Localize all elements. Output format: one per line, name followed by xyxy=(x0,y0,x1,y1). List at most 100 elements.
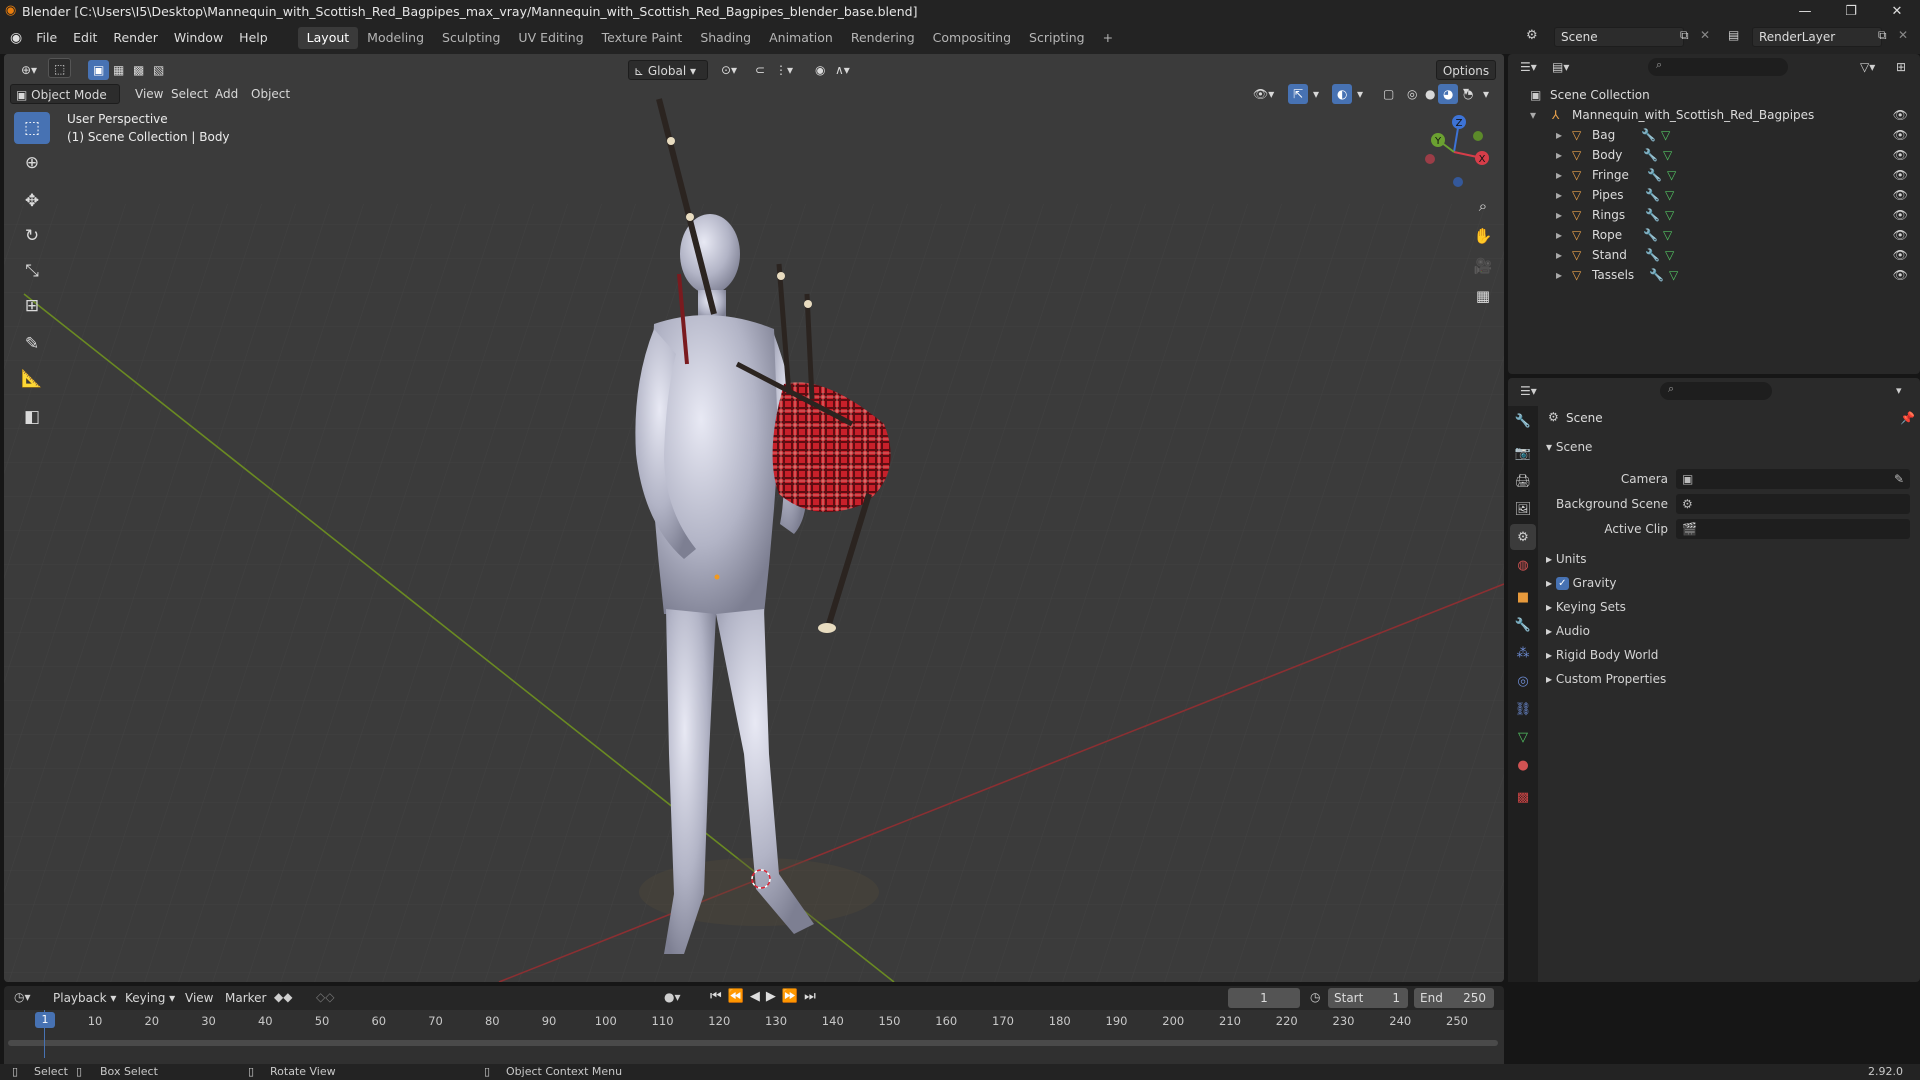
outliner-row-fringe[interactable]: ▸ ▽ Fringe 🔧 ▽ 👁 xyxy=(1508,165,1920,185)
new-scene-icon[interactable]: ⧉ xyxy=(1680,28,1689,43)
select-intersect-icon[interactable]: ▧ xyxy=(148,60,169,80)
material-tab-icon[interactable]: ● xyxy=(1510,752,1536,778)
play-reverse-icon[interactable]: ◀ xyxy=(750,989,766,1004)
tab-animation[interactable]: Animation xyxy=(760,27,842,49)
menu-file[interactable]: File xyxy=(28,27,65,49)
tab-scripting[interactable]: Scripting xyxy=(1020,27,1094,49)
shading-menu-icon[interactable]: ▾ xyxy=(1478,84,1494,104)
zoom-icon[interactable]: ⌕ xyxy=(1469,192,1497,220)
output-tab-icon[interactable]: 🖨 xyxy=(1510,468,1536,494)
expand-arrow-icon[interactable]: ▸ xyxy=(1556,125,1562,145)
view-layer-tab-icon[interactable]: 🖼 xyxy=(1510,496,1536,522)
falloff-icon[interactable]: ∧▾ xyxy=(830,60,855,80)
navigation-gizmo[interactable]: Z X Y xyxy=(1414,110,1494,190)
viewport-menu-add[interactable]: Add xyxy=(210,84,243,104)
options-dropdown[interactable]: Options ▾ xyxy=(1436,60,1496,98)
gizmo-menu-icon[interactable]: ▾ xyxy=(1308,84,1324,104)
select-box-tool-icon[interactable]: ⬚ xyxy=(14,112,50,144)
select-mode-icon[interactable]: ⬚ xyxy=(48,58,72,78)
outliner-row-bag[interactable]: ▸ ▽ Bag 🔧 ▽ 👁 xyxy=(1508,125,1920,145)
gizmo-neg-y-icon[interactable] xyxy=(1473,131,1483,141)
renderlayer-icon[interactable]: ▤ xyxy=(1728,28,1739,42)
active-clip-field[interactable]: 🎬 xyxy=(1676,519,1910,539)
constraints-tab-icon[interactable]: ⛓ xyxy=(1510,696,1536,722)
units-panel-header[interactable]: ▸ Units xyxy=(1546,552,1587,566)
select-new-icon[interactable]: ▣ xyxy=(88,60,110,80)
rotate-tool-icon[interactable]: ↻ xyxy=(14,220,50,252)
delete-scene-icon[interactable]: ✕ xyxy=(1700,28,1710,42)
editor-type-icon[interactable]: ⊕▾ xyxy=(16,60,42,80)
tab-modeling[interactable]: Modeling xyxy=(358,27,433,49)
keyframe-insert-icon[interactable]: ◇◇ xyxy=(316,990,334,1004)
next-key-icon[interactable]: ⏩ xyxy=(782,989,804,1004)
new-collection-icon[interactable]: ⊞ xyxy=(1896,60,1906,74)
menu-help[interactable]: Help xyxy=(231,27,276,49)
display-mode-icon[interactable]: ▤▾ xyxy=(1552,60,1569,74)
properties-options-icon[interactable]: ▾ xyxy=(1896,384,1902,397)
outliner-row-tassels[interactable]: ▸ ▽ Tassels 🔧 ▽ 👁 xyxy=(1508,265,1920,285)
end-frame-field[interactable]: End 250 xyxy=(1414,988,1494,1008)
shading-material-icon[interactable]: ◕ xyxy=(1438,84,1459,104)
expand-arrow-icon[interactable]: ▸ xyxy=(1556,145,1562,165)
outliner-row-stand[interactable]: ▸ ▽ Stand 🔧 ▽ 👁 xyxy=(1508,245,1920,265)
eye-icon[interactable]: 👁 xyxy=(1893,205,1908,225)
expand-arrow-icon[interactable]: ▸ xyxy=(1556,245,1562,265)
background-scene-field[interactable]: ⚙ xyxy=(1676,494,1910,514)
snap-target-icon[interactable]: ⋮▾ xyxy=(770,60,798,80)
viewport-menu-view[interactable]: View xyxy=(130,84,168,104)
playhead-marker[interactable]: 1 xyxy=(35,1012,55,1028)
keying-sets-panel-header[interactable]: ▸ Keying Sets xyxy=(1546,600,1626,614)
collection-row[interactable]: ▾ ⅄ Mannequin_with_Scottish_Red_Bagpipes… xyxy=(1508,105,1920,125)
texture-tab-icon[interactable]: ▩ xyxy=(1510,784,1536,810)
menu-edit[interactable]: Edit xyxy=(65,27,105,49)
audio-panel-header[interactable]: ▸ Audio xyxy=(1546,624,1590,638)
rigid-body-world-panel-header[interactable]: ▸ Rigid Body World xyxy=(1546,648,1658,662)
visibility-icon[interactable]: 👁▾ xyxy=(1248,84,1279,104)
world-tab-icon[interactable]: ◍ xyxy=(1510,552,1536,578)
eye-icon[interactable]: 👁 xyxy=(1893,125,1908,145)
tab-compositing[interactable]: Compositing xyxy=(924,27,1020,49)
outliner-row-pipes[interactable]: ▸ ▽ Pipes 🔧 ▽ 👁 xyxy=(1508,185,1920,205)
gizmo-neg-x-icon[interactable] xyxy=(1425,154,1435,164)
data-tab-icon[interactable]: ▽ xyxy=(1510,724,1536,750)
tab-layout[interactable]: Layout xyxy=(297,27,359,49)
physics-tab-icon[interactable]: ◎ xyxy=(1510,668,1536,694)
viewport-menu-select[interactable]: Select xyxy=(166,84,213,104)
pivot-point-icon[interactable]: ⊙▾ xyxy=(716,60,742,80)
eye-icon[interactable]: 👁 xyxy=(1893,165,1908,185)
timeline-menu-keying[interactable]: Keying ▾ xyxy=(120,988,180,1008)
auto-keying-icon[interactable]: ●▾ xyxy=(664,990,681,1004)
object-mode-dropdown[interactable]: ▣ Object Mode ▾ xyxy=(10,84,120,122)
gizmo-toggle-icon[interactable]: ⇱ xyxy=(1288,84,1309,104)
prev-key-icon[interactable]: ⏪ xyxy=(728,989,750,1004)
expand-arrow-icon[interactable]: ▸ xyxy=(1556,265,1562,285)
xray-toggle-icon[interactable]: ▢ xyxy=(1378,84,1399,104)
tool-tab-icon[interactable]: 🔧 xyxy=(1510,408,1536,434)
render-tab-icon[interactable]: 📷 xyxy=(1510,440,1536,466)
scene-selector[interactable]: Scene xyxy=(1554,27,1684,47)
outliner-row-rings[interactable]: ▸ ▽ Rings 🔧 ▽ 👁 xyxy=(1508,205,1920,225)
timeline-menu-playback[interactable]: Playback ▾ xyxy=(48,988,121,1008)
perspective-toggle-icon[interactable]: ▦ xyxy=(1469,282,1497,310)
tab-texture-paint[interactable]: Texture Paint xyxy=(593,27,692,49)
timeline-track[interactable]: 1102030405060708090100110120130140150160… xyxy=(4,1010,1504,1064)
expand-arrow-icon[interactable]: ▸ xyxy=(1556,165,1562,185)
tab-rendering[interactable]: Rendering xyxy=(842,27,924,49)
timeline-editor-icon[interactable]: ◷▾ xyxy=(14,990,31,1004)
cursor-tool-icon[interactable]: ⊕ xyxy=(14,147,50,179)
tab-sculpting[interactable]: Sculpting xyxy=(433,27,509,49)
filter-icon[interactable]: ▽▾ xyxy=(1860,60,1875,74)
timeline-scrollbar[interactable] xyxy=(8,1040,1498,1046)
play-icon[interactable]: ▶ xyxy=(766,989,782,1004)
shading-rendered-icon[interactable]: ◔ xyxy=(1458,84,1478,104)
tab-uv-editing[interactable]: UV Editing xyxy=(509,27,592,49)
select-subtract-icon[interactable]: ▩ xyxy=(128,60,149,80)
preview-range-icon[interactable]: ◷ xyxy=(1310,990,1320,1004)
new-layer-icon[interactable]: ⧉ xyxy=(1878,28,1887,43)
keyframe-type-icon[interactable]: ◆◆ xyxy=(274,990,292,1004)
scale-tool-icon[interactable]: ⤡ xyxy=(14,255,50,287)
snap-toggle-icon[interactable]: ⊂ xyxy=(750,60,770,80)
eye-icon[interactable]: 👁 xyxy=(1893,265,1908,285)
transform-orientation-dropdown[interactable]: ⊾ Global ▾ xyxy=(628,60,708,80)
close-button[interactable]: ✕ xyxy=(1874,0,1920,22)
